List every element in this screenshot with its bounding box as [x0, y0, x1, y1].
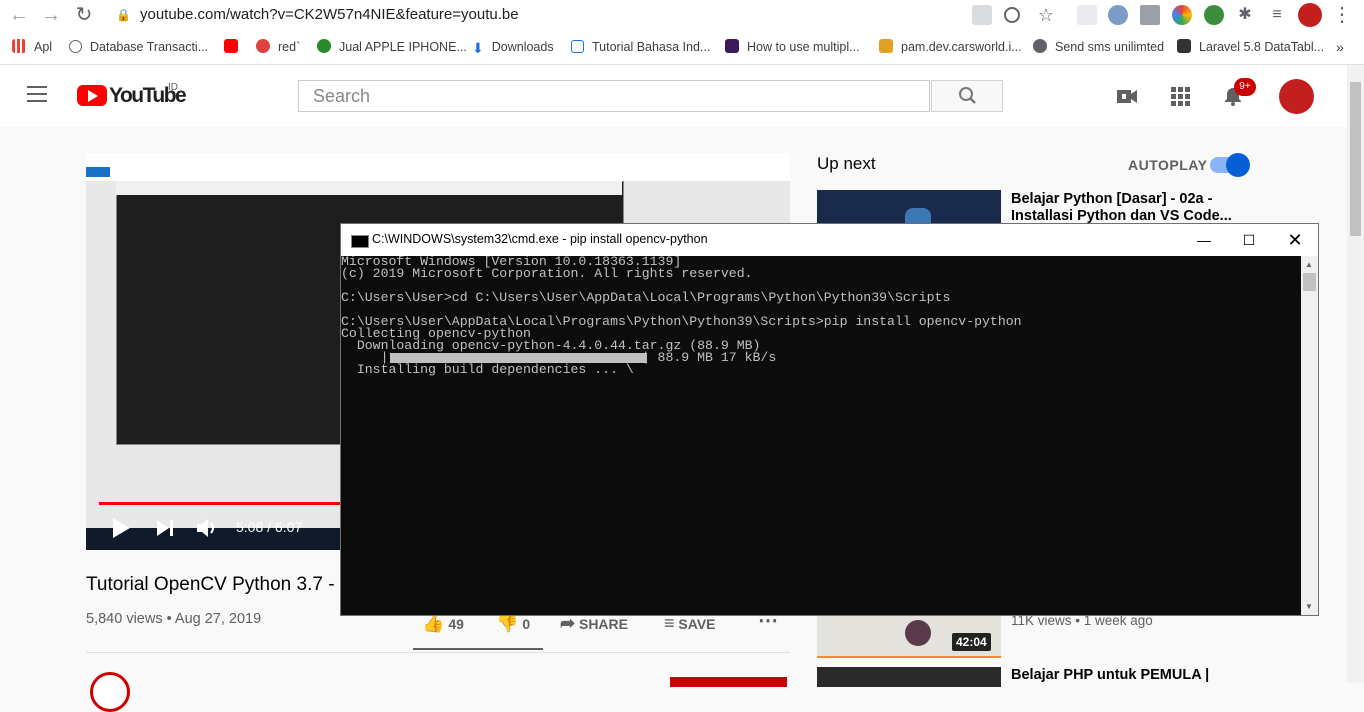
extension-icon[interactable] [1140, 5, 1160, 25]
account-avatar[interactable] [1279, 79, 1314, 114]
site-icon [725, 39, 739, 53]
star-icon[interactable]: ☆ [1035, 4, 1057, 26]
site-icon [571, 40, 584, 53]
channel-avatar[interactable] [90, 672, 130, 712]
bookmark-item[interactable]: Tutorial Bahasa Ind... [571, 38, 710, 56]
bookmark-item[interactable] [224, 38, 246, 56]
bookmark-item[interactable]: red` [256, 38, 300, 56]
dislike-button[interactable]: 👎 0 [496, 613, 530, 634]
zoom-icon[interactable] [1004, 7, 1020, 23]
like-ratio-bar [413, 648, 543, 650]
like-button[interactable]: 👍 49 [422, 613, 464, 634]
site-icon [879, 39, 893, 53]
search-icon [959, 87, 976, 104]
autoplay-toggle[interactable] [1210, 153, 1250, 177]
chrome-menu-icon[interactable]: ⋮ [1331, 4, 1353, 26]
playlist-add-icon: ≡ [664, 613, 675, 633]
extension-icon[interactable] [1172, 5, 1192, 25]
bookmark-item[interactable]: pam.dev.carsworld.i... [879, 38, 1022, 56]
scrollbar-thumb[interactable] [1350, 82, 1361, 236]
notification-count-badge: 9+ [1234, 78, 1256, 96]
search-input[interactable]: Search [298, 80, 930, 112]
recommended-title[interactable]: Belajar PHP untuk PEMULA | [1011, 667, 1241, 684]
autoplay-label: AUTOPLAY [1128, 157, 1208, 173]
youtube-header: YouTube ID Search 9+ [0, 65, 1347, 127]
console-line: C:\Users\User>cd C:\Users\User\AppData\L… [341, 290, 951, 305]
volume-icon[interactable] [196, 517, 220, 539]
apps-grid-icon [12, 39, 26, 53]
bookmark-item[interactable]: ⬇ Downloads [472, 38, 554, 56]
extension-icon[interactable] [1204, 5, 1224, 25]
forward-arrow-icon[interactable]: → [40, 4, 62, 26]
bookmark-apps[interactable]: Apl [12, 38, 52, 56]
lock-icon: 🔒 [116, 8, 131, 22]
apps-grid-icon[interactable] [1170, 86, 1192, 106]
extension-icon[interactable] [1077, 5, 1097, 25]
video-views-date: 5,840 views • Aug 27, 2019 [86, 611, 262, 627]
site-icon [1177, 39, 1191, 53]
next-icon[interactable] [156, 519, 174, 537]
reload-icon[interactable]: ↻ [73, 4, 95, 26]
bookmark-item[interactable]: Database Transacti... [69, 38, 208, 56]
share-button[interactable]: ➦ SHARE [560, 613, 628, 634]
share-arrow-icon: ➦ [560, 613, 576, 633]
cmd-icon [351, 235, 369, 248]
save-button[interactable]: ≡ SAVE [664, 613, 716, 634]
recommended-thumbnail[interactable] [817, 190, 1001, 224]
page-scrollbar[interactable] [1347, 65, 1364, 683]
recommended-thumbnail[interactable]: 42:04 [817, 614, 1001, 658]
address-bar[interactable]: 🔒 youtube.com/watch?v=CK2W57n4NIE&featur… [104, 2, 1064, 28]
more-bookmarks-chevron[interactable]: » [1336, 38, 1344, 56]
play-icon[interactable] [110, 517, 132, 539]
close-button[interactable]: ✕ [1275, 229, 1315, 251]
cmd-console[interactable]: Microsoft Windows [Version 10.0.18363.11… [341, 256, 1301, 615]
download-icon: ⬇ [472, 40, 484, 56]
up-next-heading: Up next [817, 154, 876, 173]
bookmark-item[interactable]: Send sms unilimted [1033, 38, 1164, 56]
subscribe-button[interactable] [670, 677, 787, 687]
url-text: youtube.com/watch?v=CK2W57n4NIE&feature=… [140, 6, 519, 23]
bookmark-item[interactable]: Jual APPLE IPHONE... [317, 38, 467, 56]
bookmark-item[interactable]: Laravel 5.8 DataTabl... [1177, 38, 1324, 56]
minimize-button[interactable]: — [1184, 229, 1224, 251]
console-line: (c) 2019 Microsoft Corporation. All righ… [341, 266, 753, 281]
youtube-icon [224, 39, 238, 53]
thumbs-down-icon: 👎 [496, 613, 519, 633]
search-button[interactable] [931, 80, 1003, 112]
site-icon [256, 39, 270, 53]
video-duration: 42:04 [952, 633, 991, 651]
scroll-up-arrow-icon[interactable]: ▲ [1305, 260, 1313, 269]
globe-icon [69, 40, 82, 53]
back-arrow-icon[interactable]: ← [8, 4, 30, 26]
puzzle-icon[interactable]: ✱ [1234, 4, 1256, 26]
create-video-icon[interactable] [1116, 86, 1138, 106]
youtube-play-icon [77, 85, 107, 106]
recommended-title[interactable]: Belajar Python [Dasar] - 02a - Installas… [1011, 191, 1241, 225]
divider [86, 652, 790, 653]
video-title: Tutorial OpenCV Python 3.7 - [86, 574, 335, 595]
cmd-window[interactable]: C:\WINDOWS\system32\cmd.exe - pip instal… [340, 223, 1319, 616]
cmd-window-title: C:\WINDOWS\system32\cmd.exe - pip instal… [372, 232, 708, 246]
site-icon [317, 39, 331, 53]
video-time: 5:08 / 6:07 [236, 519, 303, 535]
console-line: Installing build dependencies ... \ [341, 362, 634, 377]
translate-icon[interactable] [972, 5, 992, 25]
bookmark-item[interactable]: How to use multipl... [725, 38, 860, 56]
menu-icon[interactable] [27, 86, 47, 104]
scroll-down-arrow-icon[interactable]: ▼ [1305, 602, 1313, 611]
bookmarks-bar: Apl Database Transacti... red` Jual APPL… [0, 30, 1364, 65]
extension-icon[interactable] [1108, 5, 1128, 25]
recommended-thumbnail[interactable] [817, 667, 1001, 687]
globe-icon [1033, 39, 1047, 53]
maximize-button[interactable]: ☐ [1229, 229, 1269, 251]
video-explorer-ribbon [86, 153, 790, 181]
thumbs-up-icon: 👍 [422, 613, 445, 633]
video-progress-bar[interactable] [99, 502, 349, 505]
browser-toolbar: ← → ↻ 🔒 youtube.com/watch?v=CK2W57n4NIE&… [0, 0, 1364, 30]
reading-list-icon[interactable]: ≡ [1266, 4, 1288, 26]
cmd-scrollbar[interactable]: ▲ ▼ [1301, 256, 1318, 615]
profile-avatar[interactable] [1298, 3, 1322, 27]
cmd-scrollbar-thumb[interactable] [1303, 273, 1316, 291]
